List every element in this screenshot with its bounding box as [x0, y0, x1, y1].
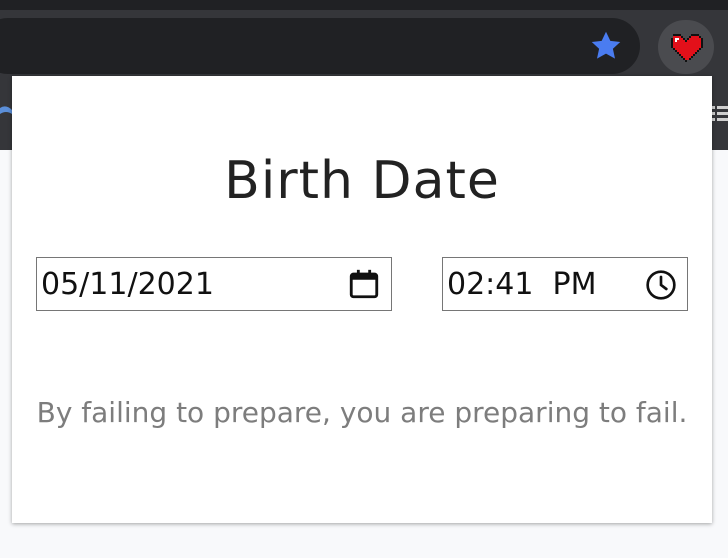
birth-time-input[interactable]: 02:41 PM: [442, 257, 688, 311]
clock-icon[interactable]: [645, 269, 677, 301]
browser-toolbar: [0, 0, 728, 76]
date-value: 05/11/2021: [41, 266, 214, 302]
time-value: 02:41 PM: [447, 266, 597, 302]
address-bar[interactable]: [0, 18, 640, 74]
pixel-heart-icon: [671, 34, 703, 62]
extension-popup: Birth Date 05/11/2021 02:41 PM By failin…: [12, 76, 712, 523]
menu-icon[interactable]: [710, 98, 728, 128]
birth-date-input[interactable]: 05/11/2021: [36, 257, 392, 311]
star-icon[interactable]: [588, 28, 624, 64]
page-title: Birth Date: [224, 150, 500, 211]
extension-button[interactable]: [658, 20, 714, 74]
tab-strip: [0, 0, 728, 10]
bookmark-item-icon[interactable]: [0, 98, 12, 126]
motivational-quote: By failing to prepare, you are preparing…: [36, 396, 688, 429]
calendar-icon[interactable]: [347, 267, 381, 301]
